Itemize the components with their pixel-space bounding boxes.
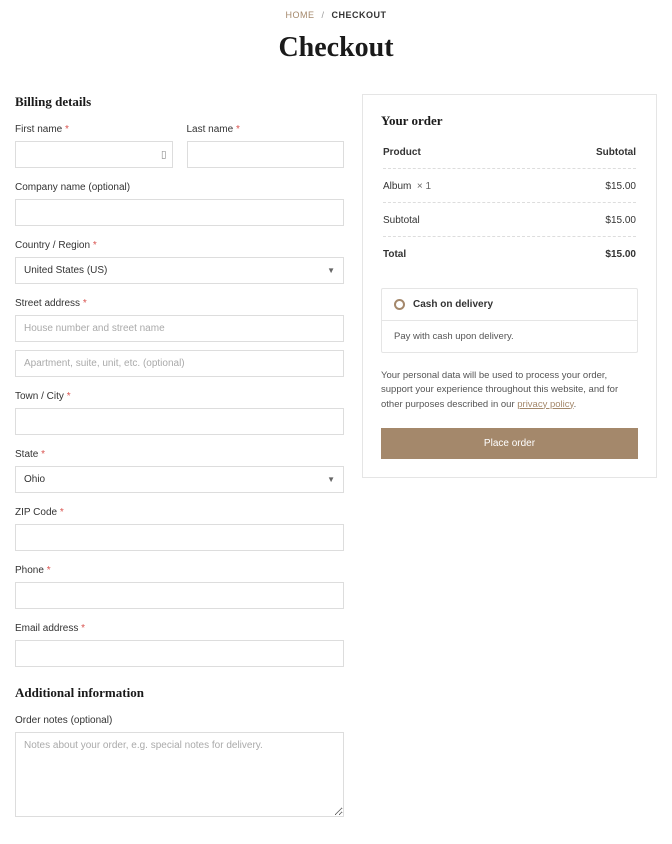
item-qty: × 1 [417,181,431,192]
order-summary: Your order Product Subtotal Album × 1 $1… [362,94,657,478]
privacy-text: Your personal data will be used to proce… [381,369,638,412]
country-label: Country / Region * [15,240,344,251]
email-input[interactable] [15,640,344,667]
zip-label: ZIP Code * [15,507,344,518]
last-name-label: Last name * [187,124,345,135]
payment-method-label: Cash on delivery [413,299,493,310]
first-name-label: First name * [15,124,173,135]
col-subtotal: Subtotal [522,147,636,169]
privacy-policy-link[interactable]: privacy policy [517,399,573,410]
city-label: Town / City * [15,391,344,402]
col-product: Product [383,147,520,169]
street-address-1-input[interactable] [15,315,344,342]
breadcrumb: HOME / CHECKOUT [15,10,657,20]
item-name: Album [383,181,411,192]
total-value: $15.00 [522,239,636,270]
total-label: Total [383,239,520,270]
street-address-2-input[interactable] [15,350,344,377]
country-value: United States (US) [24,265,107,276]
state-select[interactable]: Ohio ▼ [15,466,344,493]
phone-label: Phone * [15,565,344,576]
order-line-item: Album × 1 $15.00 [383,171,636,203]
phone-input[interactable] [15,582,344,609]
chevron-down-icon: ▼ [327,266,335,275]
payment-method-option[interactable]: Cash on delivery [381,288,638,321]
item-price: $15.00 [522,171,636,203]
state-label: State * [15,449,344,460]
breadcrumb-home[interactable]: HOME [285,10,314,20]
subtotal-label: Subtotal [383,205,520,237]
subtotal-value: $15.00 [522,205,636,237]
company-input[interactable] [15,199,344,226]
billing-heading: Billing details [15,94,344,110]
city-input[interactable] [15,408,344,435]
breadcrumb-current: CHECKOUT [332,10,387,20]
order-notes-textarea[interactable] [15,732,344,817]
zip-input[interactable] [15,524,344,551]
country-select[interactable]: United States (US) ▼ [15,257,344,284]
radio-icon [394,299,405,310]
street-label: Street address * [15,298,344,309]
page-title: Checkout [15,32,657,64]
first-name-input[interactable] [15,141,173,168]
last-name-input[interactable] [187,141,345,168]
chevron-down-icon: ▼ [327,475,335,484]
place-order-button[interactable]: Place order [381,428,638,459]
breadcrumb-separator: / [321,10,324,20]
order-heading: Your order [381,113,638,129]
email-label: Email address * [15,623,344,634]
contact-card-icon: ▯ [161,149,167,160]
additional-heading: Additional information [15,685,344,701]
company-label: Company name (optional) [15,182,344,193]
state-value: Ohio [24,474,45,485]
order-notes-label: Order notes (optional) [15,715,344,726]
payment-method-desc: Pay with cash upon delivery. [381,321,638,353]
